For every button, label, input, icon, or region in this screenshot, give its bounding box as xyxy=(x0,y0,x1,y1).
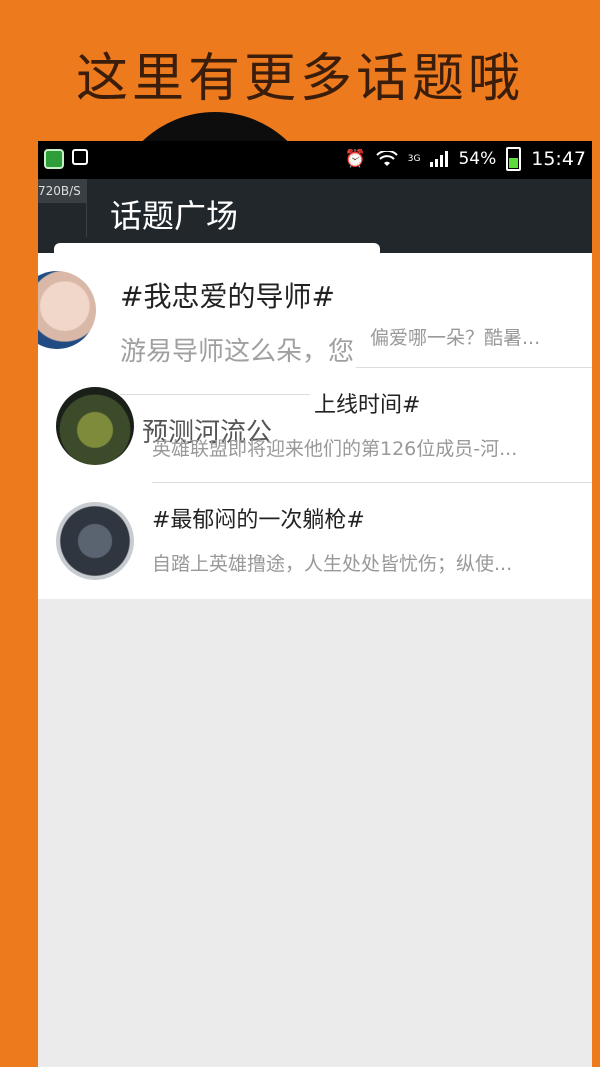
topic-item[interactable]: #我忠爱的导师# 游易导师这么朵，您 偏爱哪一朵？酷暑... xyxy=(38,253,592,368)
topic-avatar xyxy=(38,271,96,349)
battery-percent: 54% xyxy=(458,149,497,169)
page-title: 话题广场 xyxy=(110,197,239,235)
topic-item[interactable]: 预测河流公 上线时间# 英雄联盟即将迎来他们的第126位成员-河... xyxy=(38,368,592,483)
phone-screen: ⏰ 3G 54% 15:47 720B/S 话题广场 #我忠爱的导师# 游易导师… xyxy=(38,141,592,1067)
topic-desc-overlay: 偏爱哪一朵？酷暑... xyxy=(370,327,541,349)
clock: 15:47 xyxy=(531,148,586,170)
topic-avatar xyxy=(56,387,134,465)
alarm-icon: ⏰ xyxy=(344,149,366,169)
overlap-divider xyxy=(120,394,310,395)
network-type: 3G xyxy=(407,154,421,164)
topic-title: #最郁闷的一次躺枪# xyxy=(152,508,365,533)
promo-title: 这里有更多话题哦 xyxy=(75,49,524,109)
topic-item[interactable]: #最郁闷的一次躺枪# 自踏上英雄撸途，人生处处皆忧伤；纵使... xyxy=(38,483,592,598)
empty-area xyxy=(38,599,592,1067)
security-app-icon xyxy=(44,149,64,169)
battery-icon xyxy=(506,147,522,171)
screenshot-icon xyxy=(72,149,88,165)
topic-avatar xyxy=(56,502,134,580)
topic-list: #我忠爱的导师# 游易导师这么朵，您 偏爱哪一朵？酷暑... 预测河流公 上线时… xyxy=(38,253,592,599)
network-speed: 720B/S xyxy=(38,179,87,203)
app-bar: 720B/S 话题广场 xyxy=(38,179,592,253)
tab-indicator xyxy=(54,243,380,253)
signal-icon xyxy=(430,151,449,167)
topic-desc: 游易导师这么朵，您 xyxy=(120,337,355,367)
topic-title: 上线时间# xyxy=(314,393,421,418)
topic-title: #我忠爱的导师# xyxy=(120,280,335,313)
topic-desc: 自踏上英雄撸途，人生处处皆忧伤；纵使... xyxy=(152,553,513,575)
topic-desc: 英雄联盟即将迎来他们的第126位成员-河... xyxy=(152,438,518,460)
appbar-divider xyxy=(86,193,87,237)
status-bar: ⏰ 3G 54% 15:47 xyxy=(38,141,592,179)
wifi-icon xyxy=(376,151,398,166)
